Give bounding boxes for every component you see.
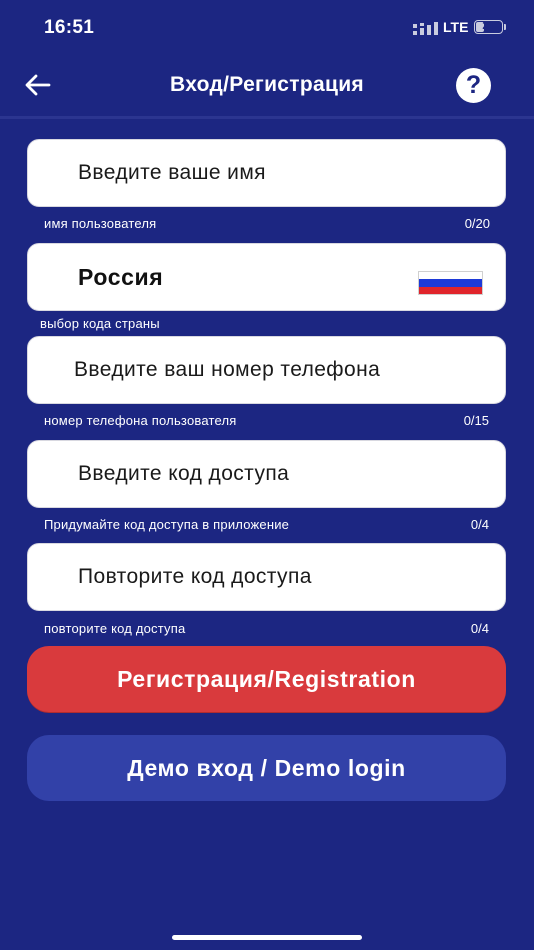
battery-tip	[504, 24, 506, 30]
access-code-placeholder: Введите код доступа	[78, 462, 290, 485]
flag-stripe-white	[419, 272, 482, 280]
repeat-code-helper-text: повторите код доступа	[44, 621, 186, 636]
status-bar: 16:51 LTE 29	[0, 0, 534, 56]
page-title: Вход/Регистрация	[170, 73, 364, 96]
access-code-char-counter: 0/4	[470, 517, 489, 532]
name-helper-text: имя пользователя	[44, 216, 157, 231]
header-divider	[0, 116, 534, 119]
name-char-counter: 0/20	[464, 216, 490, 231]
name-placeholder: Введите ваше имя	[78, 161, 266, 184]
network-type: LTE	[443, 19, 469, 35]
signal-strength-icon	[413, 22, 438, 35]
repeat-code-char-counter: 0/4	[470, 621, 489, 636]
access-code-input[interactable]: Введите код доступа	[27, 440, 506, 508]
status-time: 16:51	[44, 17, 95, 38]
phone-input[interactable]: Введите ваш номер телефона	[27, 336, 506, 404]
phone-helper-text: номер телефона пользователя	[44, 413, 237, 428]
battery-level: 29	[482, 20, 495, 32]
help-button[interactable]: ?	[456, 68, 491, 103]
flag-stripe-red	[419, 286, 482, 294]
app-header: Вход/Регистрация ?	[0, 56, 534, 116]
question-circle-icon: ?	[465, 71, 482, 99]
country-value: Россия	[78, 264, 164, 290]
repeat-code-input[interactable]: Повторите код доступа	[27, 543, 506, 611]
battery-icon: 29	[474, 20, 503, 34]
name-input[interactable]: Введите ваше имя	[27, 139, 506, 207]
access-code-helper-text: Придумайте код доступа в приложение	[44, 517, 290, 532]
russia-flag-icon	[419, 272, 482, 294]
repeat-code-placeholder: Повторите код доступа	[78, 565, 312, 588]
register-button[interactable]: Регистрация/Registration	[27, 646, 506, 712]
demo-login-button[interactable]: Демо вход / Demo login	[27, 735, 506, 801]
country-helper-text: выбор кода страны	[40, 316, 160, 331]
phone-placeholder: Введите ваш номер телефона	[74, 358, 381, 381]
phone-char-counter: 0/15	[463, 413, 489, 428]
home-indicator[interactable]	[172, 935, 362, 940]
flag-stripe-blue	[419, 279, 482, 287]
country-selector[interactable]: Россия	[27, 243, 506, 311]
